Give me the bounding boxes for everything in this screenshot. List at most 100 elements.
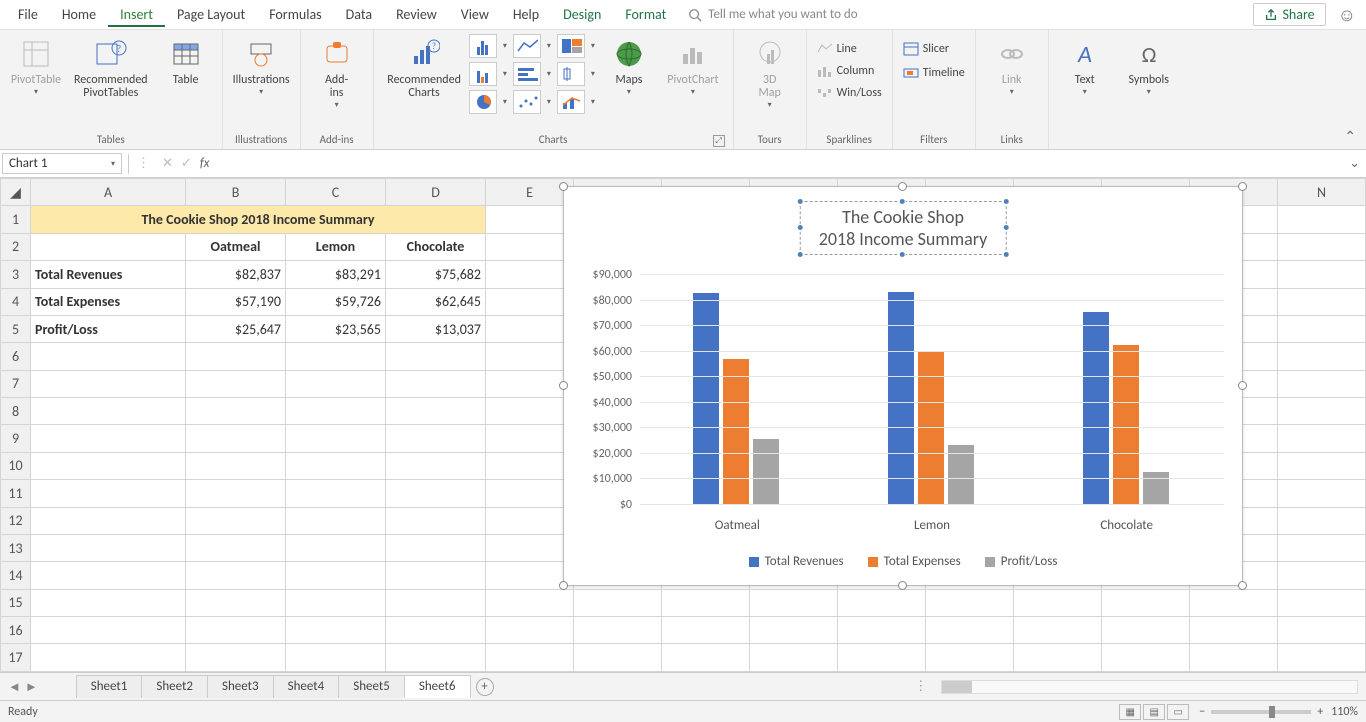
statistic-chart-button[interactable]: [557, 62, 585, 86]
share-button[interactable]: Share: [1253, 3, 1325, 26]
text-button[interactable]: A Text▾: [1055, 34, 1115, 101]
row-header[interactable]: 16: [1, 617, 31, 644]
pivotchart-button[interactable]: PivotChart▾: [663, 34, 723, 101]
sheet-tab[interactable]: Sheet2: [141, 675, 208, 698]
chart-bar[interactable]: [888, 292, 914, 505]
cell[interactable]: $13,037: [386, 315, 486, 342]
col-header[interactable]: B: [186, 179, 286, 206]
symbols-button[interactable]: Ω Symbols▾: [1119, 34, 1179, 101]
tab-split-handle[interactable]: ⋮: [908, 679, 933, 694]
collapse-ribbon-button[interactable]: ⌃: [1334, 124, 1366, 149]
cell[interactable]: Chocolate: [386, 233, 486, 260]
horizontal-scrollbar[interactable]: [941, 680, 1358, 694]
sheet-tab[interactable]: Sheet6: [404, 675, 471, 698]
row-header[interactable]: 2: [1, 233, 31, 260]
fx-icon[interactable]: fx: [200, 156, 210, 171]
sheet-tab[interactable]: Sheet5: [338, 675, 405, 698]
name-box-dropdown[interactable]: ⋮: [133, 156, 154, 171]
feedback-icon[interactable]: ☺: [1338, 4, 1356, 26]
sheet-tab[interactable]: Sheet3: [207, 675, 274, 698]
col-header[interactable]: A: [31, 179, 186, 206]
timeline-button[interactable]: Timeline: [899, 64, 969, 82]
menu-data[interactable]: Data: [334, 2, 384, 27]
new-sheet-button[interactable]: +: [476, 678, 494, 696]
chart-resize-handle[interactable]: [1238, 581, 1247, 590]
cell[interactable]: $62,645: [386, 288, 486, 315]
expand-formula-bar[interactable]: ⌄: [1343, 156, 1366, 171]
bar-chart-button[interactable]: [513, 62, 541, 86]
line-chart-button[interactable]: [513, 34, 541, 58]
pivottable-button[interactable]: PivotTable▾: [6, 34, 66, 101]
menu-format[interactable]: Format: [613, 2, 678, 27]
legend-item[interactable]: Profit/Loss: [985, 554, 1058, 569]
chart-bar[interactable]: [1113, 345, 1139, 505]
link-button[interactable]: Link▾: [982, 34, 1042, 101]
name-box[interactable]: Chart 1▾: [2, 153, 122, 174]
illustrations-button[interactable]: Illustrations▾: [229, 34, 294, 101]
chart-bar[interactable]: [1083, 312, 1109, 505]
menu-review[interactable]: Review: [384, 2, 449, 27]
col-header[interactable]: N: [1278, 179, 1366, 206]
cell[interactable]: $25,647: [186, 315, 286, 342]
charts-dialog-launcher[interactable]: ⤢: [713, 135, 725, 147]
chart-resize-handle[interactable]: [559, 182, 568, 191]
3d-map-button[interactable]: 3D Map▾: [740, 34, 800, 114]
menu-home[interactable]: Home: [50, 2, 108, 27]
waterfall-chart-button[interactable]: [469, 62, 497, 86]
chart-resize-handle[interactable]: [1238, 381, 1247, 390]
col-header[interactable]: D: [386, 179, 486, 206]
cell[interactable]: Profit/Loss: [31, 315, 186, 342]
row-header[interactable]: 13: [1, 534, 31, 561]
zoom-slider[interactable]: [1211, 710, 1311, 714]
row-header[interactable]: 4: [1, 288, 31, 315]
cell[interactable]: $23,565: [286, 315, 386, 342]
select-all-corner[interactable]: ◢: [1, 179, 31, 206]
row-header[interactable]: 12: [1, 507, 31, 534]
cell[interactable]: $82,837: [186, 261, 286, 288]
title-cell[interactable]: The Cookie Shop 2018 Income Summary: [31, 206, 486, 233]
cell[interactable]: $75,682: [386, 261, 486, 288]
chart-object[interactable]: The Cookie Shop 2018 Income Summary $0$1…: [563, 186, 1243, 586]
row-header[interactable]: 14: [1, 562, 31, 589]
zoom-percent[interactable]: 110%: [1331, 705, 1358, 719]
chart-resize-handle[interactable]: [1238, 182, 1247, 191]
cell[interactable]: Lemon: [286, 233, 386, 260]
zoom-out-button[interactable]: −: [1199, 705, 1205, 719]
chart-legend[interactable]: Total Revenues Total Expenses Profit/Loss: [564, 554, 1242, 569]
sparkline-winloss-button[interactable]: Win/Loss: [813, 84, 886, 102]
cell[interactable]: Oatmeal: [186, 233, 286, 260]
cell[interactable]: Total Expenses: [31, 288, 186, 315]
row-header[interactable]: 9: [1, 425, 31, 452]
addins-button[interactable]: Add- ins▾: [307, 34, 367, 114]
chart-bar[interactable]: [723, 359, 749, 505]
page-layout-view-button[interactable]: ▤: [1143, 704, 1165, 720]
menu-view[interactable]: View: [449, 2, 501, 27]
menu-page-layout[interactable]: Page Layout: [165, 2, 257, 27]
sheet-tab[interactable]: Sheet1: [76, 675, 143, 698]
tell-me-search[interactable]: Tell me what you want to do: [688, 7, 857, 22]
row-header[interactable]: 7: [1, 370, 31, 397]
zoom-in-button[interactable]: +: [1317, 705, 1323, 719]
cell[interactable]: $83,291: [286, 261, 386, 288]
row-header[interactable]: 3: [1, 261, 31, 288]
formula-input[interactable]: [217, 154, 1343, 173]
row-header[interactable]: 17: [1, 644, 31, 672]
chart-resize-handle[interactable]: [898, 581, 907, 590]
combo-chart-button[interactable]: [557, 90, 585, 114]
row-header[interactable]: 6: [1, 343, 31, 370]
row-header[interactable]: 5: [1, 315, 31, 342]
legend-item[interactable]: Total Expenses: [868, 554, 961, 569]
cancel-formula-icon[interactable]: ✕: [162, 156, 173, 171]
menu-file[interactable]: File: [6, 2, 50, 27]
slicer-button[interactable]: Slicer: [899, 40, 969, 58]
sparkline-line-button[interactable]: Line: [813, 40, 886, 58]
page-break-view-button[interactable]: ▭: [1167, 704, 1189, 720]
pie-chart-button[interactable]: [469, 90, 497, 114]
chart-bar[interactable]: [753, 439, 779, 505]
row-header[interactable]: 10: [1, 452, 31, 479]
legend-item[interactable]: Total Revenues: [749, 554, 844, 569]
maps-button[interactable]: Maps▾: [599, 34, 659, 101]
recommended-pivottables-button[interactable]: ? Recommended PivotTables: [70, 34, 152, 104]
menu-formulas[interactable]: Formulas: [257, 2, 333, 27]
menu-design[interactable]: Design: [551, 2, 613, 27]
